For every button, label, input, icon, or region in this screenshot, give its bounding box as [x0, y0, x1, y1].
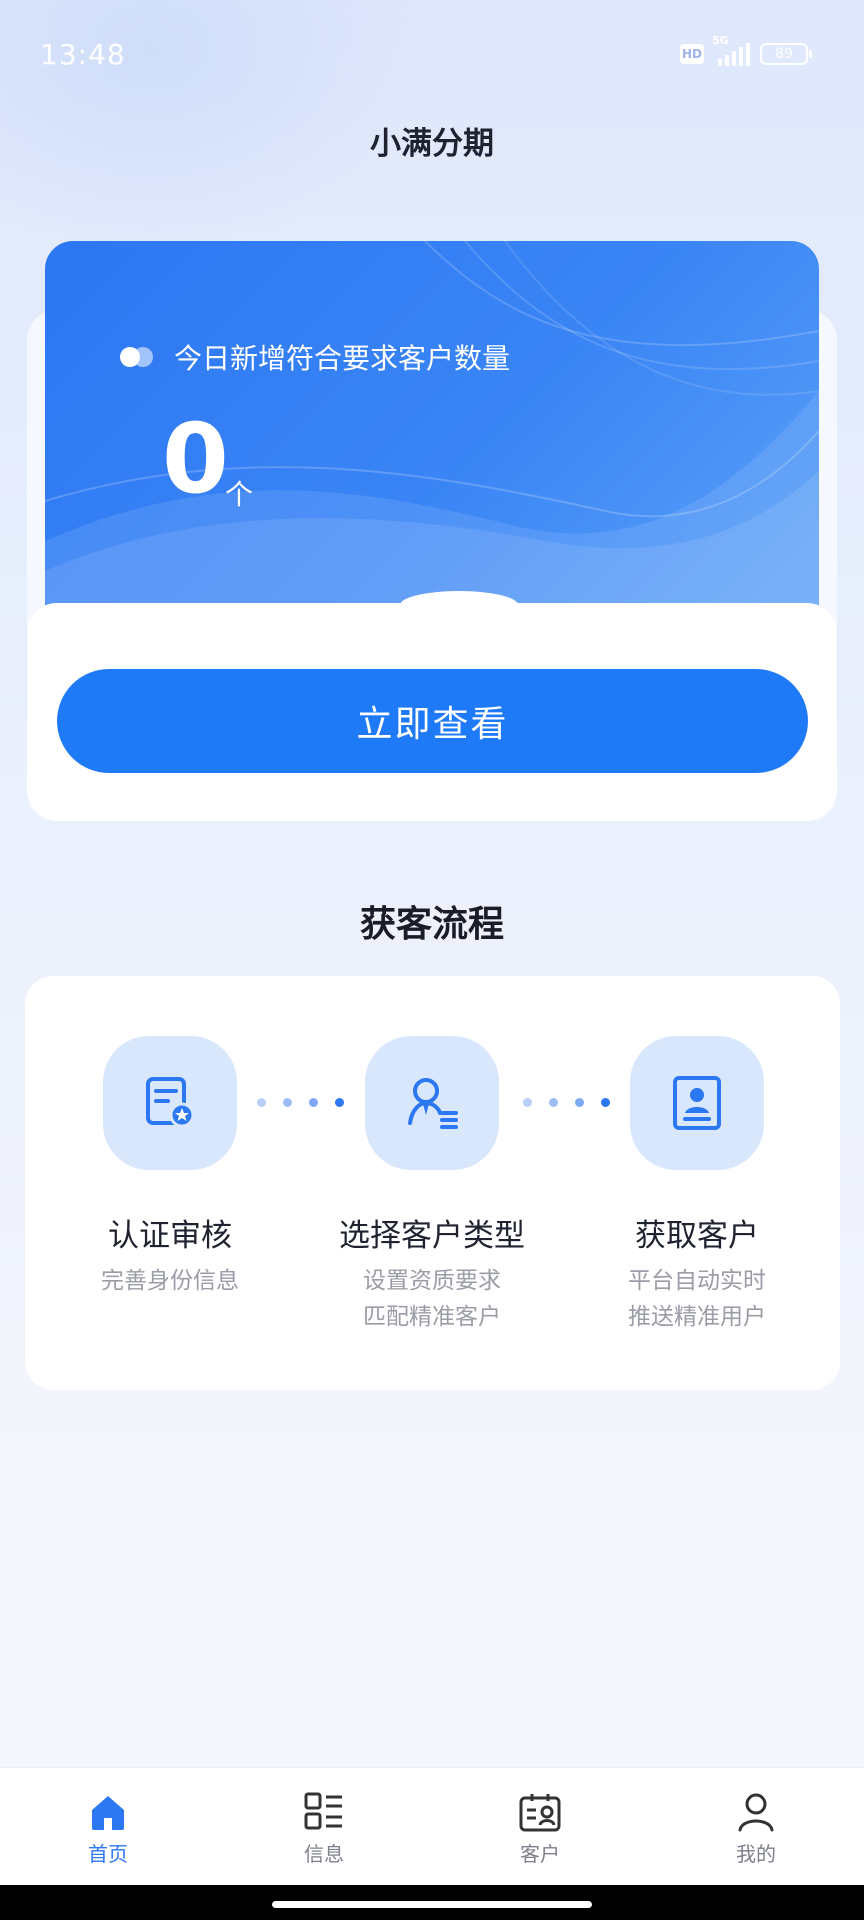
contact-card-icon	[519, 1794, 561, 1832]
status-bar: 13:48 HD 5G 89	[0, 0, 864, 110]
network-type: 5G	[712, 34, 729, 47]
hd-icon: HD	[680, 44, 704, 64]
certificate-icon	[103, 1036, 237, 1170]
nav-mine[interactable]: 我的	[696, 1790, 816, 1867]
step-get-customer: 获取客户 平台自动实时 推送精准用户	[562, 1036, 832, 1335]
signal-icon: 5G	[712, 34, 750, 66]
list-icon	[304, 1792, 342, 1830]
indicator-dots-icon	[120, 347, 156, 367]
process-title: 获客流程	[359, 904, 504, 945]
action-panel: 立即查看	[27, 591, 837, 821]
battery-icon: 89	[760, 43, 812, 65]
profile-document-icon	[630, 1036, 764, 1170]
nav-info[interactable]: 信息	[264, 1790, 384, 1867]
summary-card: 今日新增符合要求客户数量 0 个	[45, 241, 819, 631]
nav-customers[interactable]: 客户	[480, 1790, 600, 1867]
step-select-type: 选择客户类型 设置资质要求 匹配精准客户	[297, 1036, 567, 1335]
status-time: 13:48	[40, 38, 126, 71]
gesture-bar	[0, 1885, 864, 1920]
nav-home[interactable]: 首页	[48, 1790, 168, 1867]
nav-label: 首页	[88, 1842, 128, 1866]
count-unit: 个	[225, 478, 254, 511]
step-title: 获取客户	[635, 1218, 759, 1254]
status-indicators: HD 5G 89	[680, 34, 812, 66]
step-desc: 平台自动实时 推送精准用户	[628, 1268, 766, 1330]
today-new-label: 今日新增符合要求客户数量	[174, 342, 511, 375]
nav-label: 信息	[304, 1842, 344, 1866]
home-indicator[interactable]	[272, 1901, 592, 1908]
step-desc: 设置资质要求 匹配精准客户	[363, 1268, 501, 1330]
page-title: 小满分期	[370, 126, 494, 162]
home-icon	[92, 1796, 124, 1830]
step-desc: 完善身份信息	[101, 1268, 239, 1294]
nav-label: 我的	[736, 1842, 776, 1866]
view-now-button[interactable]: 立即查看	[57, 669, 808, 773]
person-icon	[738, 1793, 774, 1832]
user-badge-icon	[365, 1036, 499, 1170]
nav-label: 客户	[520, 1842, 560, 1866]
customer-count: 0	[162, 403, 229, 515]
step-verify: 认证审核 完善身份信息	[35, 1036, 305, 1299]
bottom-nav: 首页 信息 客户 我的	[0, 1767, 864, 1885]
process-card: 认证审核 完善身份信息 选择客户类型 设置资质要求 匹配精准客户 获取客户 平台…	[25, 976, 840, 1390]
step-title: 认证审核	[108, 1218, 232, 1254]
today-label-row: 今日新增符合要求客户数量	[120, 337, 510, 377]
step-title: 选择客户类型	[339, 1218, 525, 1254]
